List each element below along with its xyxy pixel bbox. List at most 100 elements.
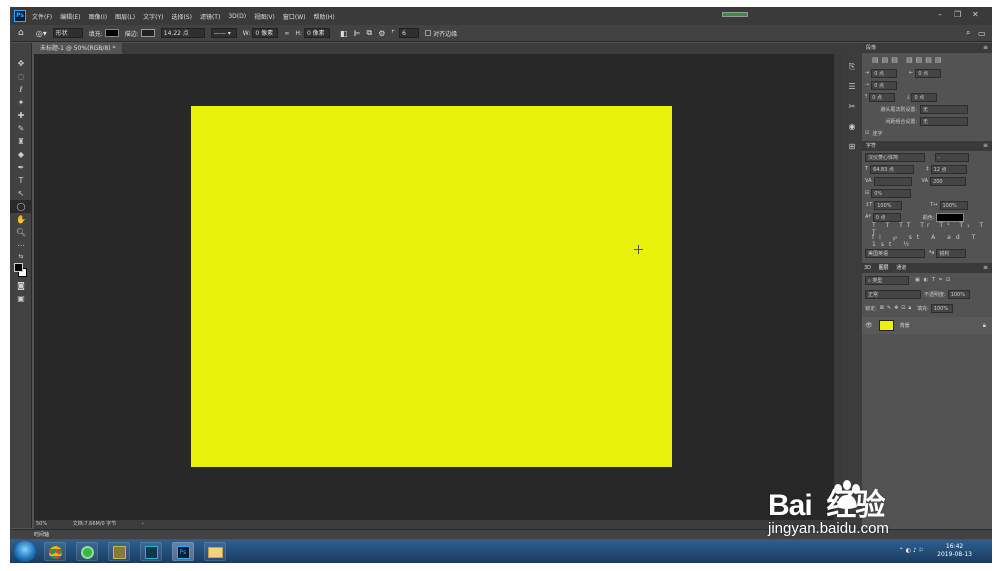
stroke-type-select[interactable]: —— ▾ — [210, 28, 237, 38]
color-swatches[interactable] — [10, 261, 32, 279]
menu-type[interactable]: 文字(Y) — [143, 12, 163, 21]
package-app-icon[interactable] — [108, 542, 130, 561]
layer-kind-select[interactable]: ⌕ 类型 — [865, 275, 909, 285]
height-input[interactable]: 0 像素 — [303, 28, 330, 38]
link-icon[interactable]: ∞ — [284, 30, 289, 37]
menu-edit[interactable]: 编辑(E) — [60, 12, 80, 21]
first-line-indent-input[interactable]: 0 点 — [871, 80, 898, 90]
kinsoku-select[interactable]: 无 — [920, 104, 968, 114]
font-style-select[interactable]: - — [935, 152, 969, 162]
status-chevron-icon[interactable]: › — [142, 521, 144, 527]
font-family-select[interactable]: 汉仪菱心体简 — [865, 152, 925, 162]
magic-wand-tool-icon[interactable]: ✦ — [10, 96, 32, 109]
paragraph-panel-header[interactable]: 段落 ≡ — [862, 43, 992, 53]
fill-swatch[interactable] — [104, 29, 119, 37]
zoom-tool-icon[interactable]: 🔍︎ — [10, 226, 32, 239]
panel-menu-icon[interactable]: ≡ — [983, 263, 988, 273]
pen-tool-icon[interactable]: ✒ — [10, 161, 32, 174]
ellipse-tool-icon[interactable]: ◯ — [10, 200, 32, 213]
menu-window[interactable]: 窗口(W) — [283, 12, 306, 21]
right-indent-input[interactable]: 0 点 — [915, 68, 942, 78]
paragraph-align-buttons[interactable]: ▤▤▤ ▤▤▤▤ — [862, 53, 992, 67]
vertical-scrollbar[interactable] — [834, 54, 842, 520]
leading-input[interactable]: 12 点 — [930, 164, 967, 174]
hand-tool-icon[interactable]: ✋ — [10, 213, 32, 226]
path-arrangement-icon[interactable]: ⧉ — [366, 28, 372, 38]
stroke-swatch[interactable] — [140, 29, 155, 37]
opacity-input[interactable]: 100% — [947, 289, 970, 299]
close-icon[interactable]: ✕ — [972, 10, 979, 19]
path-select-tool-icon[interactable]: ↖ — [10, 187, 32, 200]
hyphenate-checkbox-icon[interactable]: ☑ — [865, 130, 869, 136]
chrome-icon[interactable] — [44, 542, 66, 561]
floating-minimized-bar[interactable] — [722, 12, 748, 17]
panel-menu-icon[interactable]: ≡ — [983, 141, 988, 151]
align-edges-checkbox[interactable]: 对齐边缘 — [425, 29, 457, 38]
layer-fill-input[interactable]: 100% — [930, 303, 953, 313]
layer-row-background[interactable]: 👁︎ 背景 🔒︎ — [862, 317, 992, 334]
mojikumi-select[interactable]: 无 — [920, 116, 968, 126]
refresh-app-icon[interactable] — [76, 542, 98, 561]
text-color-swatch[interactable] — [936, 212, 965, 222]
tab-channels[interactable]: 通道 — [896, 265, 906, 271]
font-size-input[interactable]: 64.83 点 — [870, 164, 915, 174]
opentype-buttons[interactable]: fi ℘ st A ad T 1st ½ — [862, 234, 992, 248]
stroke-size-input[interactable]: 14.22 点 — [160, 28, 205, 38]
stamp-tool-icon[interactable]: ♜ — [10, 135, 32, 148]
zoom-level[interactable]: 50% — [36, 521, 47, 527]
tab-layers[interactable]: 图层 — [879, 265, 889, 271]
foreground-color-swatch[interactable] — [14, 263, 23, 272]
minimize-icon[interactable]: – — [938, 10, 942, 19]
swatches-icon[interactable]: ◉ — [842, 117, 862, 137]
menu-filter[interactable]: 滤镜(T) — [200, 12, 220, 21]
more-tools-icon[interactable]: ⋯ — [10, 239, 32, 252]
canvas-area[interactable] — [34, 54, 834, 520]
adjustments-icon[interactable]: ⊞ — [842, 137, 862, 157]
visibility-eye-icon[interactable]: 👁︎ — [865, 322, 873, 329]
gear-icon[interactable]: ⚙ — [378, 29, 385, 38]
marquee-tool-icon[interactable]: ◌ — [10, 70, 32, 83]
tracking-input[interactable]: 200 — [930, 176, 967, 186]
baseline-shift-input[interactable]: 0 点 — [872, 212, 901, 222]
swap-colors-icon[interactable]: ⇆ — [10, 252, 32, 261]
menu-layer[interactable]: 图层(L) — [115, 12, 135, 21]
brush-tool-icon[interactable]: ✎ — [10, 122, 32, 135]
screen-mode-icon[interactable]: ▣ — [10, 292, 32, 305]
left-indent-input[interactable]: 0 点 — [871, 68, 898, 78]
taskbar-clock[interactable]: 16:42 2019-08-13 — [937, 543, 972, 559]
horizontal-scale-input[interactable]: 100% — [939, 200, 968, 210]
path-alignment-icon[interactable]: ⊫ — [354, 29, 361, 38]
move-tool-icon[interactable]: ✥ — [10, 57, 32, 70]
timeline-tab[interactable]: 时间轴 — [34, 532, 49, 538]
document-tab[interactable]: 未标题-1 @ 50%(RGB/8) * — [34, 43, 122, 54]
type-tool-icon[interactable]: T — [10, 174, 32, 187]
ellipse-tool-preset-icon[interactable]: ◎▾ — [36, 29, 47, 38]
space-after-input[interactable]: 0 点 — [911, 92, 938, 102]
restore-icon[interactable]: ❐ — [954, 10, 961, 19]
search-icon[interactable]: ⌕ — [966, 28, 970, 38]
tool-mode-select[interactable]: 形状 — [52, 28, 83, 38]
character-panel-header[interactable]: 字符 ≡ — [862, 141, 992, 151]
menu-help[interactable]: 帮助(H) — [314, 12, 335, 21]
menu-select[interactable]: 选择(S) — [171, 12, 192, 21]
quick-mask-icon[interactable]: ◙ — [10, 279, 32, 292]
fill-control[interactable]: 填充: — [89, 29, 119, 38]
menu-image[interactable]: 图像(I) — [89, 12, 107, 21]
space-before-input[interactable]: 0 点 — [869, 92, 896, 102]
document-canvas[interactable] — [191, 106, 672, 467]
panel-menu-icon[interactable]: ≡ — [983, 43, 988, 53]
menu-view[interactable]: 视图(V) — [254, 12, 275, 21]
file-explorer-icon[interactable] — [204, 542, 226, 561]
stroke-control[interactable]: 描边: — [125, 29, 155, 38]
kerning-input[interactable] — [873, 176, 912, 186]
language-select[interactable]: 美国英语 — [865, 248, 925, 258]
tab-3d[interactable]: 3D — [864, 265, 871, 271]
vertical-scale-input[interactable]: 100% — [874, 200, 903, 210]
history-icon[interactable]: ⎘ — [842, 57, 862, 77]
tsume-input[interactable]: 0% — [871, 188, 912, 198]
start-button-icon[interactable] — [14, 541, 36, 562]
editor-app-icon[interactable] — [140, 542, 162, 561]
home-icon[interactable]: ⌂ — [18, 28, 24, 38]
system-tray-icons[interactable]: ⌃ ◐ ♪ ⚐ — [899, 547, 924, 554]
lock-icons[interactable]: ⊠✎✥⊡🔒︎ — [880, 305, 914, 311]
